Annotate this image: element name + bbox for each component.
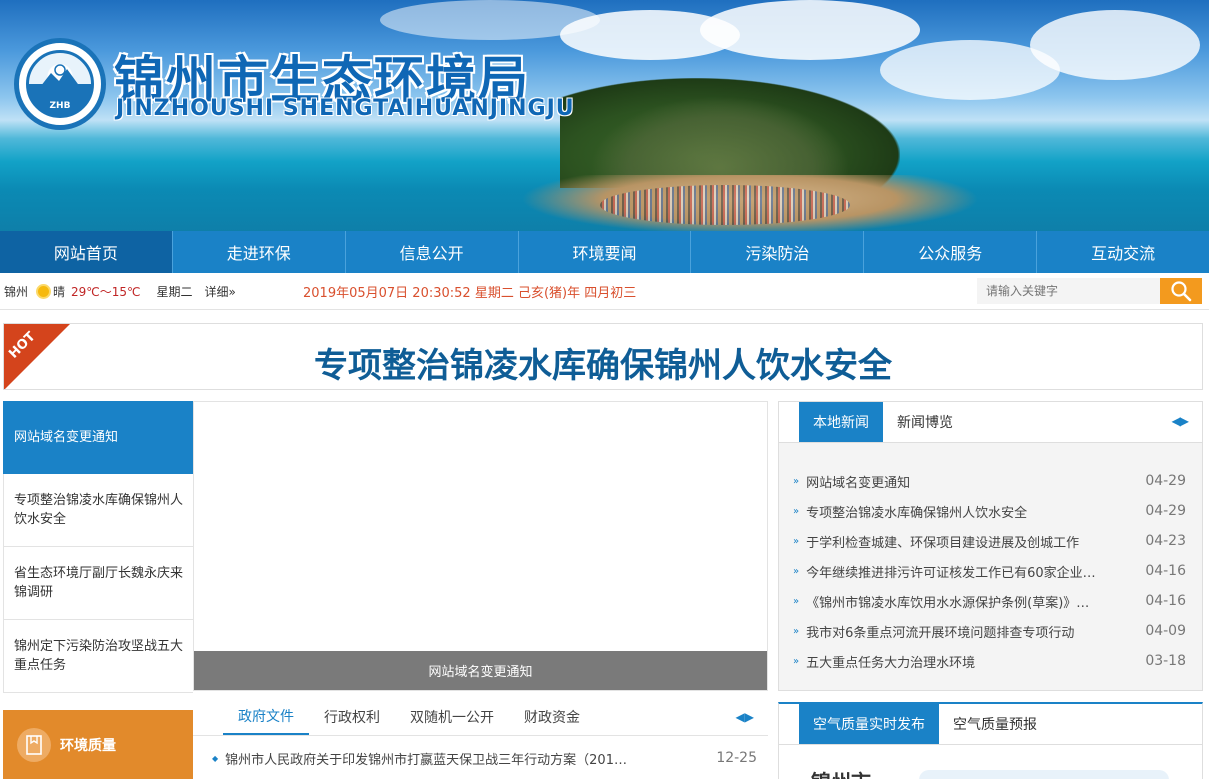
bullet-icon: » bbox=[793, 625, 800, 637]
slider-list: 网站域名变更通知 专项整治锦凌水库确保锦州人饮水安全 省生态环境厅副厅长魏永庆来… bbox=[3, 401, 209, 693]
news-tabs: 本地新闻 新闻博览 ◀▶ bbox=[779, 402, 1202, 443]
slider-item[interactable]: 专项整治锦凌水库确保锦州人饮水安全 bbox=[3, 474, 193, 547]
tab-switch-arrows-icon[interactable]: ◀▶ bbox=[736, 710, 754, 724]
logo-text: ZHB bbox=[49, 101, 71, 111]
news-title[interactable]: 《锦州市锦凌水库饮用水水源保护条例(草案)》… bbox=[806, 592, 1120, 611]
tab-admin-powers[interactable]: 行政权利 bbox=[309, 698, 395, 735]
env-quality-button[interactable]: 环境质量 bbox=[3, 710, 193, 779]
current-datetime: 2019年05月07日 20:30:52 星期二 己亥(猪)年 四月初三 bbox=[303, 285, 637, 301]
list-item: » 今年继续推进排污许可证核发工作已有60家企业… 04-16 bbox=[793, 556, 1186, 586]
list-item: » 《锦州市锦凌水库饮用水水源保护条例(草案)》… 04-16 bbox=[793, 586, 1186, 616]
header-banner: ZHB 锦州市生态环境局 JINZHOUSHI SHENGTAIHUANJING… bbox=[0, 0, 1209, 231]
tab-gov-documents[interactable]: 政府文件 bbox=[223, 698, 309, 735]
news-list: » 网站域名变更通知 04-29 » 专项整治锦凌水库确保锦州人饮水安全 04-… bbox=[779, 443, 1202, 676]
news-title[interactable]: 网站域名变更通知 bbox=[806, 472, 1120, 491]
slider-image[interactable] bbox=[193, 401, 768, 691]
tab-news-overview[interactable]: 新闻博览 bbox=[883, 402, 967, 442]
mountain-icon bbox=[37, 64, 83, 91]
news-title[interactable]: 我市对6条重点河流开展环境问题排查专项行动 bbox=[806, 622, 1120, 641]
news-title[interactable]: 于学利检查城建、环保项目建设进展及创城工作 bbox=[806, 532, 1120, 551]
tab-finance[interactable]: 财政资金 bbox=[509, 698, 595, 735]
logo-emblem: ZHB bbox=[26, 50, 94, 118]
news-title[interactable]: 专项整治锦凌水库确保锦州人饮水安全 bbox=[806, 502, 1120, 521]
list-item: » 网站域名变更通知 04-29 bbox=[793, 466, 1186, 496]
tab-switch-arrows-icon[interactable]: ◀▶ bbox=[1172, 414, 1189, 428]
hot-headline-box: HOT 专项整治锦凌水库确保锦州人饮水安全 bbox=[3, 323, 1203, 390]
list-item: » 五大重点任务大力治理水环境 03-18 bbox=[793, 646, 1186, 676]
news-date: 04-16 bbox=[1145, 593, 1186, 609]
nav-item-interaction[interactable]: 互动交流 bbox=[1037, 231, 1209, 273]
weather-weekday: 星期二 bbox=[156, 284, 193, 299]
air-tabs: 空气质量实时发布 空气质量预报 bbox=[779, 704, 1202, 745]
list-item: ◆ 锦州市人民政府关于印发锦州市打嬴蓝天保卫战三年行动方案（201… 12-25 bbox=[212, 747, 757, 769]
news-date: 04-09 bbox=[1145, 623, 1186, 639]
diamond-bullet-icon: ◆ bbox=[212, 753, 219, 763]
doc-date: 12-25 bbox=[716, 750, 757, 766]
cloud-decoration bbox=[1030, 10, 1200, 80]
news-date: 04-23 bbox=[1145, 533, 1186, 549]
info-bar: 锦州 晴 29℃～15℃ 星期二 详细» 2019年05月07日 20:30:5… bbox=[0, 273, 1209, 310]
search-input[interactable] bbox=[977, 278, 1160, 304]
bullet-icon: » bbox=[793, 595, 800, 607]
crowd-scenery bbox=[600, 185, 850, 225]
tab-air-forecast[interactable]: 空气质量预报 bbox=[939, 704, 1051, 744]
bullet-icon: » bbox=[793, 475, 800, 487]
weather-temperature: 29℃～15℃ bbox=[71, 284, 141, 299]
search-icon bbox=[1171, 281, 1192, 302]
weather-city: 锦州 bbox=[4, 284, 29, 299]
main-nav: 网站首页 走进环保 信息公开 环境要闻 污染防治 公众服务 互动交流 bbox=[0, 231, 1209, 273]
bullet-icon: » bbox=[793, 535, 800, 547]
list-item: » 我市对6条重点河流开展环境问题排查专项行动 04-09 bbox=[793, 616, 1186, 646]
news-title[interactable]: 今年继续推进排污许可证核发工作已有60家企业… bbox=[806, 562, 1120, 581]
env-quality-label: 环境质量 bbox=[60, 737, 116, 754]
site-logo[interactable]: ZHB bbox=[14, 38, 106, 130]
sunny-icon bbox=[36, 283, 52, 299]
doc-title[interactable]: 锦州市人民政府关于印发锦州市打嬴蓝天保卫战三年行动方案（201… bbox=[225, 749, 696, 768]
list-item: » 于学利检查城建、环保项目建设进展及创城工作 04-23 bbox=[793, 526, 1186, 556]
cloud-decoration bbox=[700, 0, 920, 60]
bullet-icon: » bbox=[793, 505, 800, 517]
doc-tabs: 政府文件 行政权利 双随机一公开 财政资金 ◀▶ bbox=[193, 698, 768, 736]
news-title[interactable]: 五大重点任务大力治理水环境 bbox=[806, 652, 1120, 671]
nav-item-pollution-control[interactable]: 污染防治 bbox=[691, 231, 865, 273]
slider-caption[interactable]: 网站域名变更通知 bbox=[194, 651, 767, 690]
air-quality-bar bbox=[919, 770, 1169, 779]
nav-item-home[interactable]: 网站首页 bbox=[0, 231, 173, 273]
news-date: 04-29 bbox=[1145, 503, 1186, 519]
document-icon bbox=[17, 727, 51, 762]
news-date: 04-16 bbox=[1145, 563, 1186, 579]
news-date: 04-29 bbox=[1145, 473, 1186, 489]
air-quality-panel: 空气质量实时发布 空气质量预报 锦州市 bbox=[778, 702, 1203, 779]
search-button[interactable] bbox=[1160, 278, 1202, 304]
nav-item-public-service[interactable]: 公众服务 bbox=[864, 231, 1038, 273]
slider-item[interactable]: 锦州定下污染防治攻坚战五大重点任务 bbox=[3, 620, 193, 693]
cloud-decoration bbox=[380, 0, 600, 40]
bullet-icon: » bbox=[793, 565, 800, 577]
island-scenery bbox=[590, 96, 850, 186]
weather-detail-link[interactable]: 详细» bbox=[205, 283, 236, 300]
slider-item[interactable]: 网站域名变更通知 bbox=[3, 401, 209, 474]
tab-double-random[interactable]: 双随机一公开 bbox=[395, 698, 509, 735]
news-panel: 本地新闻 新闻博览 ◀▶ » 网站域名变更通知 04-29 » 专项整治锦凌水库… bbox=[778, 401, 1203, 691]
list-item: » 专项整治锦凌水库确保锦州人饮水安全 04-29 bbox=[793, 496, 1186, 526]
weather-condition: 晴 bbox=[53, 284, 66, 299]
news-date: 03-18 bbox=[1145, 653, 1186, 669]
bullet-icon: » bbox=[793, 655, 800, 667]
slider-item[interactable]: 省生态环境厅副厅长魏永庆来锦调研 bbox=[3, 547, 193, 620]
air-city: 锦州市 bbox=[811, 766, 871, 779]
site-subtitle: JINZHOUSHI SHENGTAIHUANJINGJU bbox=[116, 96, 575, 121]
nav-item-news[interactable]: 环境要闻 bbox=[519, 231, 692, 273]
tab-air-realtime[interactable]: 空气质量实时发布 bbox=[799, 704, 939, 744]
hot-headline-link[interactable]: 专项整治锦凌水库确保锦州人饮水安全 bbox=[4, 338, 1202, 387]
nav-item-about[interactable]: 走进环保 bbox=[173, 231, 346, 273]
tab-local-news[interactable]: 本地新闻 bbox=[799, 402, 883, 442]
nav-item-info-disclosure[interactable]: 信息公开 bbox=[346, 231, 519, 273]
